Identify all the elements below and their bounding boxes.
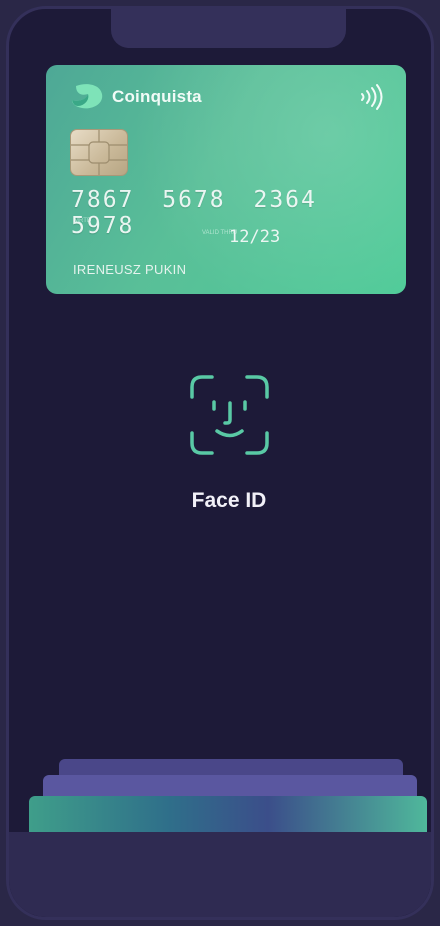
bottom-panel bbox=[9, 832, 431, 917]
cardholder-name: IRENEUSZ PUKIN bbox=[73, 262, 187, 277]
face-id-icon[interactable] bbox=[190, 375, 269, 455]
chip-icon bbox=[70, 129, 128, 176]
face-id-label: Face ID bbox=[191, 489, 267, 512]
home-indicator[interactable] bbox=[159, 919, 299, 920]
card-expiry: 12/23 bbox=[229, 227, 281, 247]
notch bbox=[111, 9, 346, 48]
phone-frame: Coinquista 7867 5678 2364 5978 MRTD VALI… bbox=[6, 6, 434, 920]
card-number: 7867 5678 2364 5978 bbox=[71, 187, 317, 239]
card-brand: Coinquista bbox=[112, 87, 202, 106]
card-number-label: MRTD bbox=[74, 218, 92, 224]
coinquista-logo-icon bbox=[72, 84, 103, 109]
contactless-icon bbox=[361, 84, 383, 110]
valid-thru-label: VALID THRU bbox=[202, 230, 238, 236]
payment-card[interactable]: Coinquista 7867 5678 2364 5978 MRTD VALI… bbox=[46, 65, 406, 294]
